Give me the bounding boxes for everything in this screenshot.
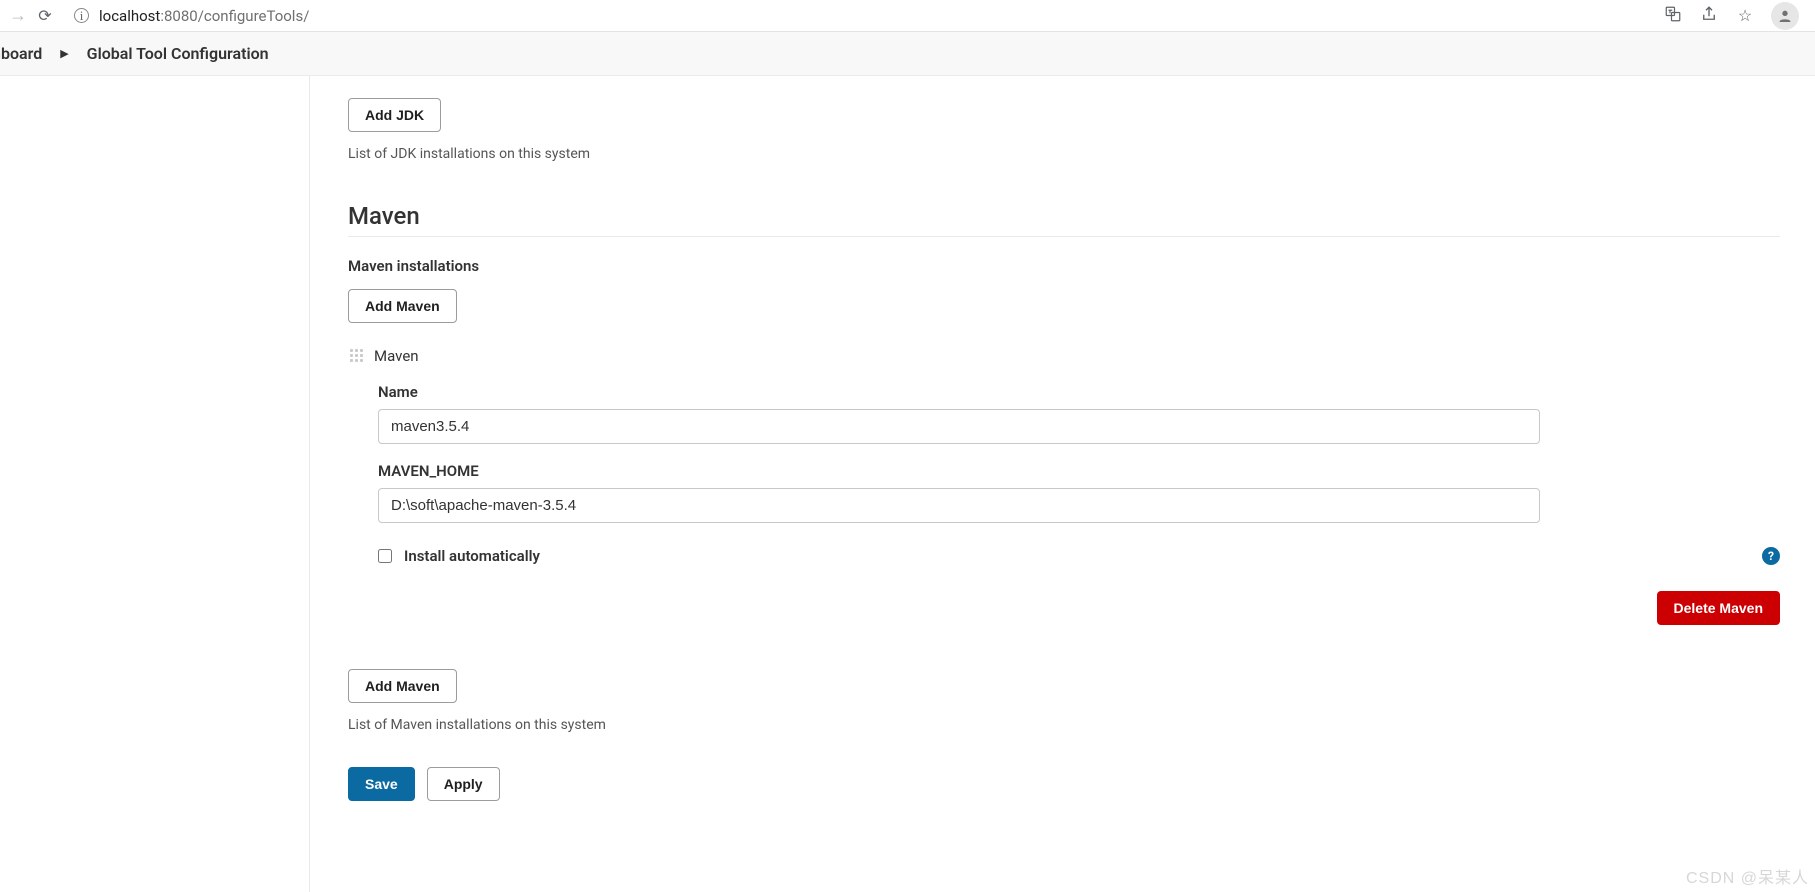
maven-install-block: Maven Name MAVEN_HOME Install automatica… (350, 347, 1780, 625)
help-icon[interactable]: ? (1762, 547, 1780, 565)
maven-helper-text: List of Maven installations on this syst… (348, 717, 1780, 733)
delete-maven-button[interactable]: Delete Maven (1657, 591, 1780, 625)
action-buttons: Save Apply (348, 767, 1780, 801)
drag-handle-icon[interactable] (350, 349, 364, 363)
add-maven-row-bottom: Add Maven (348, 669, 1780, 703)
forward-arrow-icon: → (8, 5, 28, 26)
maven-name-label: Name (378, 383, 1780, 401)
install-auto-checkbox[interactable] (378, 549, 392, 563)
browser-actions: ☆ (1663, 2, 1807, 30)
site-info-icon[interactable]: i (74, 8, 89, 23)
maven-fields: Name MAVEN_HOME Install automatically ? … (378, 383, 1780, 625)
add-jdk-button[interactable]: Add JDK (348, 98, 441, 132)
apply-button[interactable]: Apply (427, 767, 500, 801)
maven-name-input[interactable] (378, 409, 1540, 444)
url-path: /configureTools/ (198, 7, 310, 25)
bookmark-star-icon[interactable]: ☆ (1735, 6, 1755, 25)
save-button[interactable]: Save (348, 767, 415, 801)
maven-installations-label: Maven installations (348, 257, 1780, 275)
breadcrumb-global-tool[interactable]: Global Tool Configuration (69, 44, 287, 63)
install-auto-label: Install automatically (404, 547, 540, 565)
sidebar (0, 76, 310, 892)
browser-toolbar: → ⟳ i localhost:8080/configureTools/ ☆ (0, 0, 1815, 32)
address-bar[interactable]: i localhost:8080/configureTools/ (74, 7, 1663, 25)
translate-icon[interactable] (1663, 5, 1683, 27)
breadcrumb-dashboard[interactable]: nboard (0, 44, 60, 63)
install-auto-row: Install automatically ? (378, 547, 1780, 565)
page-layout: Add JDK List of JDK installations on thi… (0, 76, 1815, 892)
maven-install-title: Maven (374, 347, 419, 365)
chevron-right-icon: ▶ (60, 47, 68, 60)
main-content: Add JDK List of JDK installations on thi… (310, 76, 1815, 892)
share-icon[interactable] (1699, 5, 1719, 27)
maven-install-header: Maven (350, 347, 1780, 365)
maven-home-label: MAVEN_HOME (378, 462, 1780, 480)
add-maven-button-top[interactable]: Add Maven (348, 289, 457, 323)
delete-row: Delete Maven (378, 591, 1780, 625)
jdk-helper-text: List of JDK installations on this system (348, 146, 1780, 162)
maven-home-input[interactable] (378, 488, 1540, 523)
add-maven-button-bottom[interactable]: Add Maven (348, 669, 457, 703)
url-port: :8080 (160, 7, 197, 25)
reload-icon[interactable]: ⟳ (34, 6, 56, 25)
url-host: localhost (99, 7, 160, 25)
breadcrumb-bar: nboard ▶ Global Tool Configuration (0, 32, 1815, 76)
profile-avatar-icon[interactable] (1771, 2, 1799, 30)
maven-section-title: Maven (348, 202, 1780, 237)
watermark-text: CSDN @呆某人 (1686, 864, 1809, 888)
